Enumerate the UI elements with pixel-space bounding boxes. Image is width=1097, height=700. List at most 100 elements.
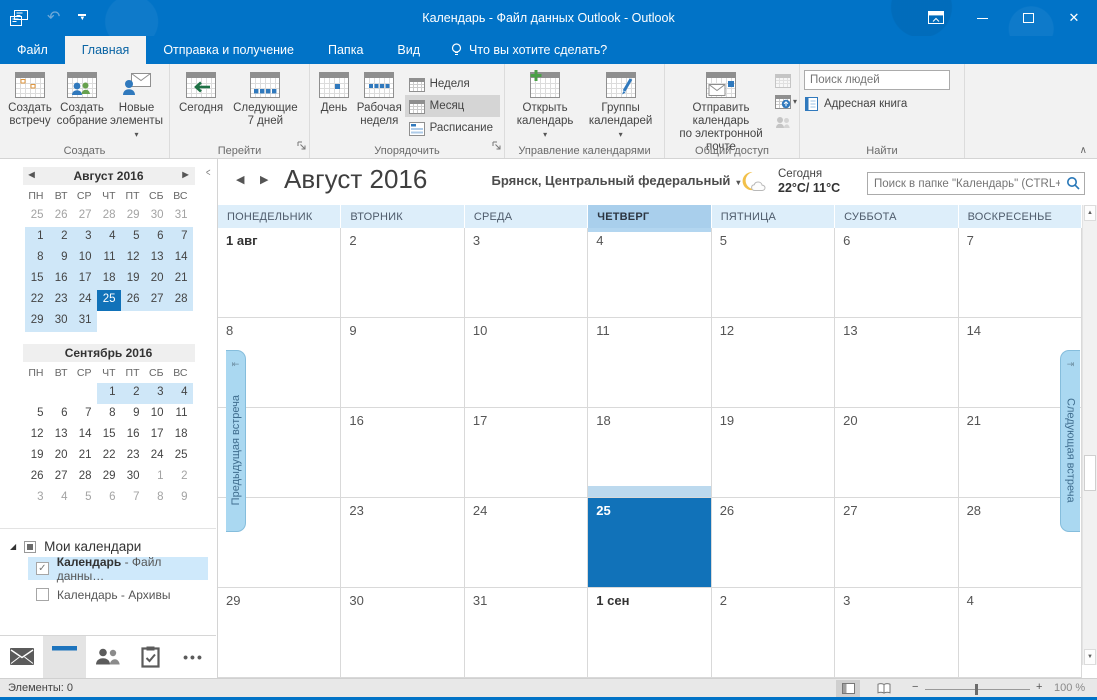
- day-cell[interactable]: 6: [835, 228, 959, 318]
- mini-day-cell[interactable]: 30: [121, 467, 145, 488]
- next-7-days-button[interactable]: Следующие 7 дней: [228, 67, 303, 128]
- email-calendar-button[interactable]: Отправить календарь по электронной почте: [669, 67, 773, 154]
- mini-day-cell[interactable]: 8: [24, 248, 49, 269]
- day-cell[interactable]: 30: [341, 588, 465, 678]
- mini-day-cell[interactable]: 4: [96, 227, 121, 248]
- collapse-ribbon-icon[interactable]: ∧: [1080, 145, 1087, 156]
- mini-day-cell[interactable]: 9: [121, 404, 145, 425]
- mini-day-cell[interactable]: 29: [121, 206, 145, 227]
- back-arrow-icon[interactable]: ◀: [236, 173, 244, 186]
- mini-day-cell[interactable]: 28: [73, 467, 97, 488]
- mini-day-cell[interactable]: 4: [49, 488, 73, 509]
- day-cell[interactable]: 5: [711, 228, 836, 318]
- mini-day-cell[interactable]: 7: [73, 404, 97, 425]
- month-view-button[interactable]: Месяц: [404, 95, 500, 117]
- calendar-groups-button[interactable]: Группы календарей ▾: [581, 67, 660, 141]
- search-people-input[interactable]: [804, 70, 950, 90]
- mini-day-cell[interactable]: 9: [169, 488, 193, 509]
- mini-day-cell[interactable]: 25: [96, 290, 121, 311]
- mini-day-cell[interactable]: 2: [120, 383, 145, 404]
- weather-location-dropdown[interactable]: Брянск, Центральный федеральный ▾: [486, 173, 746, 188]
- mini-day-cell[interactable]: 16: [121, 425, 145, 446]
- day-cell[interactable]: 27: [835, 498, 959, 588]
- mini-day-cell[interactable]: 1: [96, 383, 121, 404]
- mini-day-cell[interactable]: 3: [144, 383, 169, 404]
- day-cell[interactable]: 3: [464, 228, 589, 318]
- mini-day-cell[interactable]: 29: [97, 467, 121, 488]
- mini-day-cell[interactable]: 3: [25, 488, 49, 509]
- scroll-up-icon[interactable]: ▲: [1084, 205, 1096, 221]
- close-button[interactable]: ✕: [1051, 0, 1097, 36]
- tell-me-box[interactable]: Что вы хотите сделать?: [437, 36, 621, 64]
- mini-day-cell[interactable]: 12: [120, 248, 145, 269]
- mini-day-cell[interactable]: 24: [145, 446, 169, 467]
- zoom-percent[interactable]: 100 %: [1054, 682, 1085, 694]
- mini-day-cell[interactable]: 8: [145, 488, 169, 509]
- mini-prev-month-icon[interactable]: ◀: [29, 170, 35, 179]
- day-cell[interactable]: 4: [958, 588, 1082, 678]
- normal-view-button[interactable]: [836, 680, 860, 697]
- mini-day-cell[interactable]: 5: [25, 404, 49, 425]
- day-cell[interactable]: 29: [218, 588, 342, 678]
- tab-folder[interactable]: Папка: [311, 36, 380, 64]
- mini-day-cell[interactable]: 27: [144, 290, 169, 311]
- group-checkbox-icon[interactable]: [24, 540, 37, 553]
- mini-day-cell[interactable]: 16: [48, 269, 73, 290]
- search-icon[interactable]: [1064, 176, 1084, 191]
- reading-view-button[interactable]: [872, 680, 896, 697]
- calendar-checkbox[interactable]: ✓: [36, 562, 49, 575]
- mini-day-cell[interactable]: 6: [49, 404, 73, 425]
- tab-file[interactable]: Файл: [0, 36, 65, 64]
- day-cell[interactable]: 13: [835, 318, 959, 408]
- day-cell[interactable]: 20: [835, 408, 959, 498]
- mini-day-cell[interactable]: 24: [72, 290, 97, 311]
- mini-day-cell[interactable]: 23: [121, 446, 145, 467]
- day-cell[interactable]: 1 сен: [588, 588, 712, 678]
- tab-home[interactable]: Главная: [64, 36, 147, 64]
- mini-day-cell[interactable]: 6: [144, 227, 169, 248]
- week-view-button[interactable]: Неделя: [405, 73, 500, 95]
- mini-day-cell[interactable]: 6: [97, 488, 121, 509]
- day-cell[interactable]: 31: [464, 588, 589, 678]
- publish-online-icon[interactable]: ▾: [775, 92, 797, 110]
- previous-appointment-tab[interactable]: ⇤ Предыдущая встреча: [226, 350, 246, 532]
- mini-day-cell[interactable]: 5: [120, 227, 145, 248]
- day-cell[interactable]: 18: [588, 408, 712, 498]
- mini-day-cell[interactable]: 11: [169, 404, 193, 425]
- mini-day-cell[interactable]: 21: [168, 269, 193, 290]
- mini-day-cell[interactable]: 17: [145, 425, 169, 446]
- day-cell[interactable]: 26: [711, 498, 836, 588]
- mini-day-cell[interactable]: 3: [72, 227, 97, 248]
- calendar-list-item[interactable]: Календарь - Архивы: [28, 583, 208, 606]
- mini-day-cell[interactable]: 22: [24, 290, 49, 311]
- mini-day-cell[interactable]: 10: [72, 248, 97, 269]
- new-appointment-button[interactable]: Создать встречу: [4, 67, 56, 128]
- mini-day-cell[interactable]: 1: [145, 467, 169, 488]
- collapse-pane-icon[interactable]: <: [206, 167, 211, 179]
- mini-day-cell[interactable]: 29: [24, 311, 49, 332]
- mini-day-cell[interactable]: 19: [120, 269, 145, 290]
- mini-day-cell[interactable]: 7: [168, 227, 193, 248]
- folder-search-input[interactable]: [868, 177, 1064, 190]
- day-cell[interactable]: 4: [588, 228, 712, 318]
- mini-day-cell[interactable]: 2: [169, 467, 193, 488]
- mini-next-month-icon[interactable]: ▶: [182, 170, 188, 179]
- my-calendars-header[interactable]: ◢ Мои календари: [0, 539, 216, 554]
- mini-day-cell[interactable]: 26: [49, 206, 73, 227]
- nav-people-icon[interactable]: [86, 636, 129, 678]
- day-cell[interactable]: 2: [711, 588, 836, 678]
- mini-day-cell[interactable]: 21: [73, 446, 97, 467]
- mini-day-cell[interactable]: 22: [97, 446, 121, 467]
- zoom-in-icon[interactable]: +: [1036, 681, 1042, 693]
- day-cell[interactable]: 24: [464, 498, 589, 588]
- mini-day-cell[interactable]: 13: [49, 425, 73, 446]
- new-items-button[interactable]: Новые элементы ▾: [108, 67, 165, 141]
- mini-day-cell[interactable]: 2: [48, 227, 73, 248]
- mini-day-cell[interactable]: 18: [96, 269, 121, 290]
- mini-day-cell[interactable]: 5: [73, 488, 97, 509]
- scroll-down-icon[interactable]: ▼: [1084, 649, 1096, 665]
- mini-day-cell[interactable]: 15: [24, 269, 49, 290]
- mini-day-cell[interactable]: 9: [48, 248, 73, 269]
- mini-day-cell[interactable]: 28: [168, 290, 193, 311]
- mini-day-cell[interactable]: 28: [97, 206, 121, 227]
